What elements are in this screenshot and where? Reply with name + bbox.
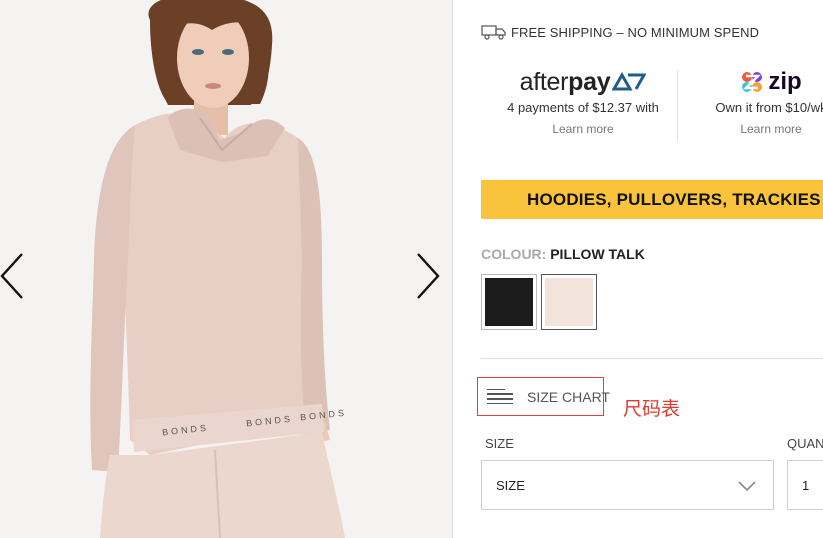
shipping-banner: FREE SHIPPING – NO MINIMUM SPEND	[481, 24, 759, 40]
afterpay-logo: after pay	[489, 66, 677, 98]
colour-key: COLOUR:	[481, 246, 547, 262]
afterpay-learn-more-link[interactable]: Learn more	[489, 121, 677, 137]
afterpay-block: after pay 4 payments of $12.37 with Learn…	[489, 66, 677, 137]
payment-divider	[677, 70, 678, 140]
colour-label: COLOUR: PILLOW TALK	[481, 246, 645, 262]
quantity-input[interactable]: 1	[787, 460, 823, 510]
size-chart-annotation: 尺码表	[623, 398, 681, 420]
colour-value: PILLOW TALK	[550, 246, 645, 262]
zip-text: Own it from $10/wk	[715, 100, 823, 115]
zip-learn-more-link[interactable]: Learn more	[691, 121, 823, 137]
chevron-down-icon	[738, 481, 756, 492]
product-gallery: BONDS BONDS BONDS	[0, 0, 452, 538]
previous-image-button[interactable]	[0, 248, 30, 304]
size-chart-label: SIZE CHART	[527, 388, 610, 405]
size-label: SIZE	[485, 436, 514, 451]
afterpay-logo-bold: pay	[568, 68, 611, 96]
zip-block: zip Own it from $10/wk Learn more	[691, 66, 823, 137]
zip-logo: zip	[691, 66, 823, 98]
section-divider	[481, 358, 823, 359]
chevron-left-icon	[0, 253, 23, 299]
shipping-text: FREE SHIPPING – NO MINIMUM SPEND	[511, 24, 760, 40]
lines-icon	[487, 386, 513, 407]
next-image-button[interactable]	[414, 248, 444, 304]
size-select-value: SIZE	[496, 477, 525, 493]
size-select[interactable]: SIZE	[481, 460, 774, 510]
colour-swatch-pillow-talk[interactable]	[541, 274, 597, 330]
truck-icon	[481, 25, 506, 40]
afterpay-arrows-icon	[612, 72, 647, 91]
product-photo	[0, 0, 452, 538]
afterpay-logo-light: after	[519, 68, 569, 96]
promo-banner[interactable]: HOODIES, PULLOVERS, TRACKIES &	[481, 180, 823, 219]
zip-logo-text: zip	[768, 68, 802, 95]
product-details-panel: FREE SHIPPING – NO MINIMUM SPEND after pa…	[453, 0, 823, 538]
zip-mark-icon	[742, 72, 763, 92]
afterpay-text: 4 payments of $12.37 with	[507, 100, 659, 115]
quantity-value: 1	[802, 477, 810, 493]
quantity-label: QUAN	[787, 436, 823, 451]
colour-swatch-black[interactable]	[481, 274, 537, 330]
size-chart-button[interactable]: SIZE CHART	[477, 377, 610, 416]
promo-text: HOODIES, PULLOVERS, TRACKIES &	[527, 189, 823, 209]
chevron-right-icon	[417, 253, 440, 299]
